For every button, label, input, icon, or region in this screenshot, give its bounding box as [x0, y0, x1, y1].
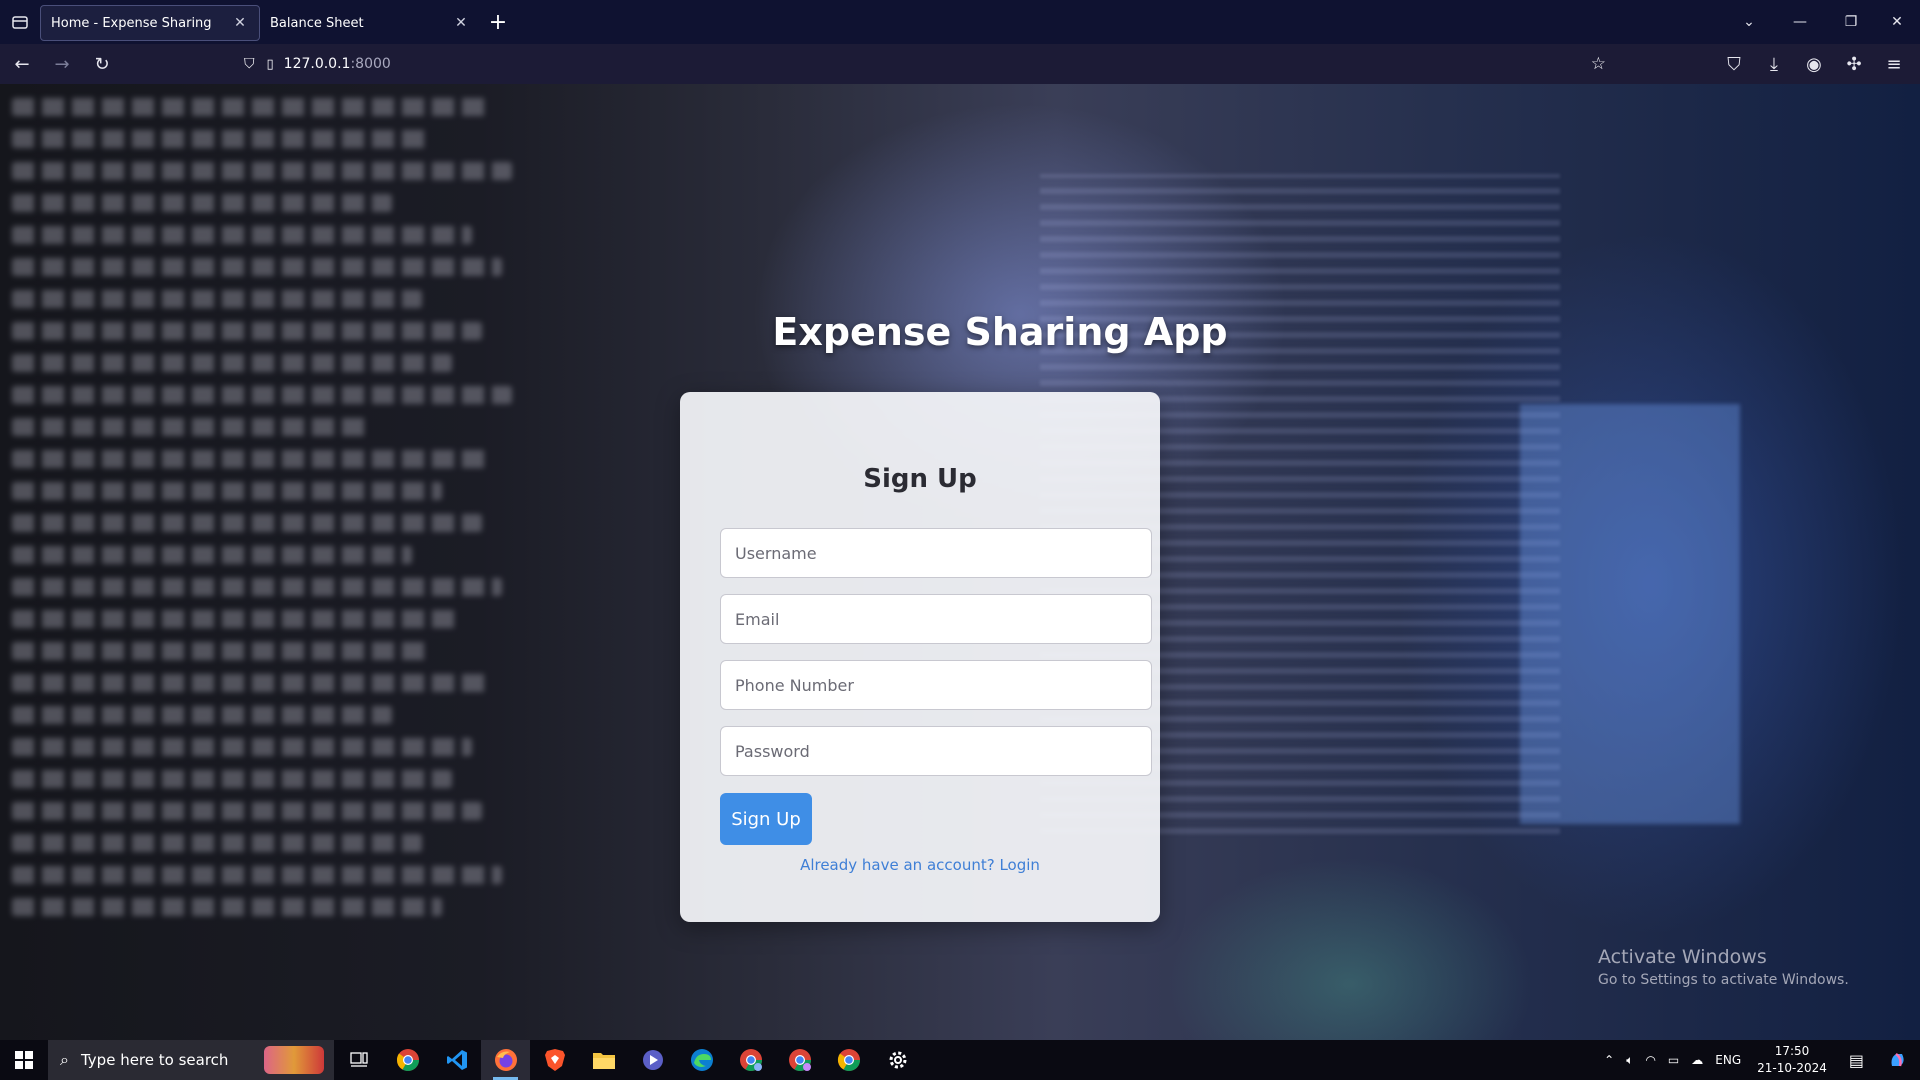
search-placeholder: Type here to search: [80, 1051, 229, 1069]
close-window-button[interactable]: ✕: [1874, 0, 1920, 44]
shield-icon[interactable]: ⛉: [244, 56, 255, 72]
page-title: Expense Sharing App: [0, 310, 1920, 354]
pocket-icon[interactable]: ⛉: [1716, 46, 1752, 82]
task-view-icon[interactable]: [334, 1040, 383, 1080]
extensions-icon[interactable]: ✣: [1836, 46, 1872, 82]
page-icon: ▯: [266, 56, 274, 72]
search-icon: ⌕: [60, 1050, 69, 1069]
notifications-icon[interactable]: ▤: [1837, 1040, 1876, 1080]
clock[interactable]: 17:50 21-10-2024: [1747, 1043, 1837, 1077]
forward-arrow-icon[interactable]: →: [44, 46, 80, 82]
watermark-title: Activate Windows: [1598, 946, 1767, 968]
tab-list-icon[interactable]: [0, 0, 40, 44]
url-host: 127.0.0.1: [283, 56, 351, 72]
clock-time: 17:50: [1774, 1044, 1810, 1058]
page-content: Expense Sharing App Sign Up Sign Up Alre…: [0, 84, 1920, 1040]
form-title: Sign Up: [863, 464, 977, 494]
activate-windows-watermark: Activate Windows Go to Settings to activ…: [1598, 946, 1849, 988]
new-tab-button[interactable]: +: [480, 4, 516, 40]
account-icon[interactable]: ◉: [1796, 46, 1832, 82]
media-player-icon[interactable]: [628, 1040, 677, 1080]
menu-icon[interactable]: ≡: [1876, 46, 1912, 82]
settings-icon[interactable]: [873, 1040, 922, 1080]
tab-home[interactable]: Home - Expense Sharing ✕: [40, 5, 260, 41]
reload-icon[interactable]: ↻: [84, 46, 120, 82]
watermark-subtitle: Go to Settings to activate Windows.: [1598, 972, 1849, 988]
tab-title: Home - Expense Sharing: [51, 15, 212, 31]
minimize-button[interactable]: —: [1772, 0, 1828, 44]
toolbar-icons: ⛉ ⤓ ◉ ✣ ≡: [1712, 44, 1912, 84]
chevron-up-icon[interactable]: ⌃: [1598, 1040, 1620, 1080]
tab-balance-sheet[interactable]: Balance Sheet ✕: [260, 5, 480, 41]
search-highlight-icon: [264, 1046, 324, 1074]
firefox-icon[interactable]: [481, 1040, 530, 1080]
back-arrow-icon[interactable]: ←: [4, 46, 40, 82]
sign-up-button[interactable]: Sign Up: [720, 793, 812, 845]
background-image: [0, 84, 540, 1040]
email-field[interactable]: [720, 594, 1152, 644]
system-tray: ⌃ 🔈︎ ◠ ▭ ☁︎ ENG 17:50 21-10-2024 ▤: [1598, 1040, 1920, 1080]
restore-button[interactable]: ❐: [1828, 0, 1874, 44]
close-icon[interactable]: ✕: [452, 15, 470, 31]
username-field[interactable]: [720, 528, 1152, 578]
password-field[interactable]: [720, 726, 1152, 776]
copilot-icon[interactable]: [1876, 1040, 1920, 1080]
phone-number-field[interactable]: [720, 660, 1152, 710]
browser-tab-bar: Home - Expense Sharing ✕ Balance Sheet ✕…: [0, 0, 1920, 44]
taskbar-search[interactable]: ⌕ Type here to search: [48, 1040, 334, 1080]
clock-date: 21-10-2024: [1757, 1061, 1827, 1075]
language-indicator[interactable]: ENG: [1709, 1040, 1747, 1080]
signup-form: Sign Up Sign Up Already have an account?…: [680, 392, 1160, 922]
tab-overflow-chevron-icon[interactable]: ⌄: [1726, 0, 1772, 44]
window-controls: ⌄ — ❐ ✕: [1726, 0, 1920, 44]
onedrive-icon[interactable]: ☁︎: [1685, 1040, 1709, 1080]
edge-icon[interactable]: [677, 1040, 726, 1080]
browser-nav-bar: ← → ↻ ⛉ ▯ 127.0.0.1:8000 ☆ ⛉ ⤓ ◉ ✣ ≡: [0, 44, 1920, 84]
windows-taskbar: ⌕ Type here to search ⌃ 🔈︎ ◠ ▭ ☁︎ ENG 17…: [0, 1040, 1920, 1080]
background-data-screen: [1520, 404, 1740, 824]
volume-icon[interactable]: 🔈︎: [1620, 1040, 1639, 1080]
page-title-text: Expense Sharing App: [772, 310, 1228, 354]
chrome-icon[interactable]: [383, 1040, 432, 1080]
brave-icon[interactable]: [530, 1040, 579, 1080]
battery-icon[interactable]: ▭: [1662, 1040, 1685, 1080]
chrome-profile-3-icon[interactable]: [824, 1040, 873, 1080]
bookmark-star-icon[interactable]: ☆: [1591, 54, 1606, 74]
close-icon[interactable]: ✕: [231, 15, 249, 31]
url-port: :8000: [350, 56, 391, 72]
login-link[interactable]: Already have an account? Login: [680, 856, 1160, 874]
address-bar[interactable]: ⛉ ▯ 127.0.0.1:8000 ☆: [232, 48, 1618, 80]
chrome-profile-2-icon[interactable]: [775, 1040, 824, 1080]
wifi-icon[interactable]: ◠: [1639, 1040, 1661, 1080]
windows-start-icon[interactable]: [0, 1040, 48, 1080]
vscode-icon[interactable]: [432, 1040, 481, 1080]
tab-title: Balance Sheet: [270, 15, 364, 31]
file-explorer-icon[interactable]: [579, 1040, 628, 1080]
downloads-icon[interactable]: ⤓: [1756, 46, 1792, 82]
chrome-profile-icon[interactable]: [726, 1040, 775, 1080]
